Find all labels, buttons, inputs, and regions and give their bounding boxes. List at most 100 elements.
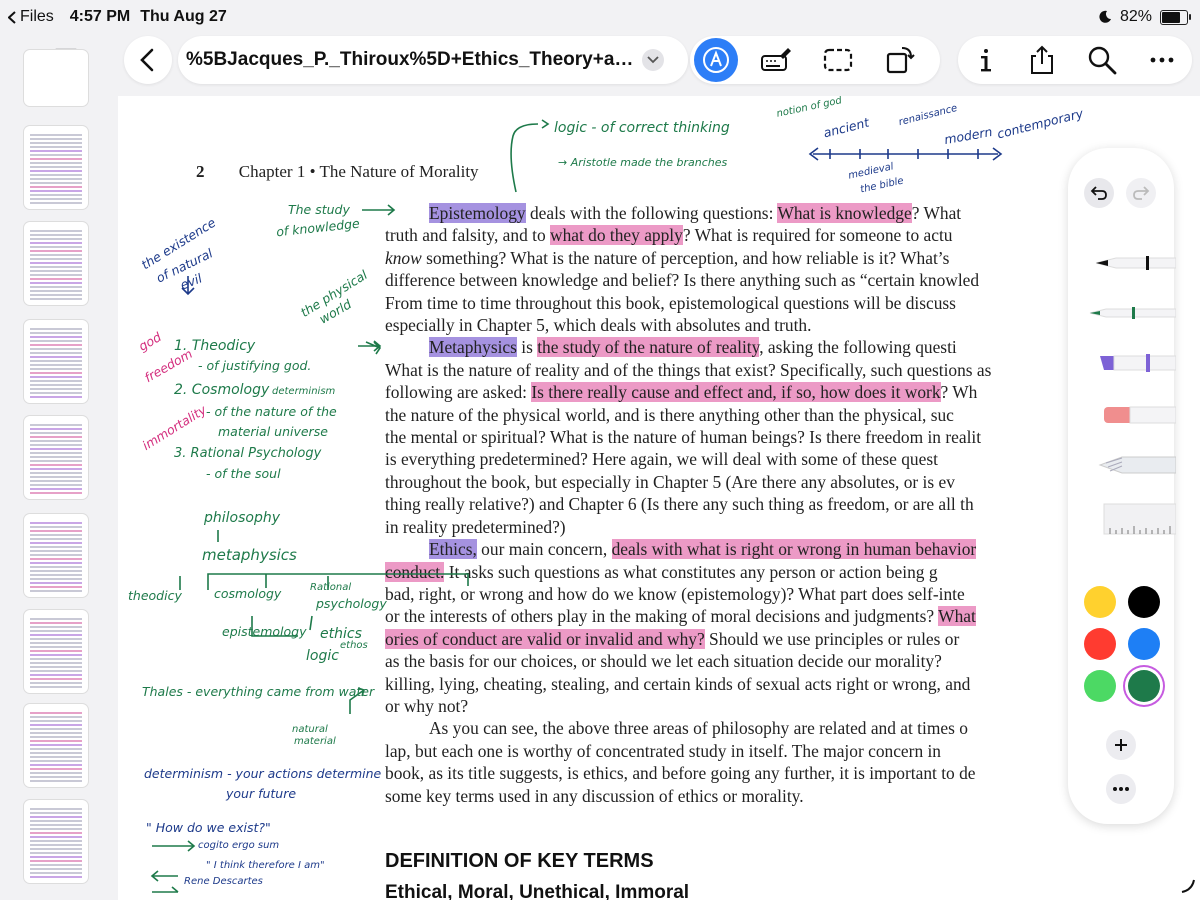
highlighter-tool-icon[interactable] — [1086, 350, 1176, 376]
thumbnail-line — [30, 270, 82, 272]
page-thumbnail[interactable] — [24, 800, 88, 883]
back-to-app-link[interactable]: Files — [8, 8, 54, 26]
thumbnail-line — [30, 566, 82, 568]
thumbnail-line — [30, 876, 82, 878]
thumbnail-line — [30, 146, 82, 148]
markup-button[interactable] — [694, 38, 738, 82]
markup-pen-icon — [703, 47, 729, 73]
annotation-theodicy-def: - of justifying god. — [198, 358, 312, 373]
thumbnail-line — [30, 242, 82, 244]
selection-icon[interactable] — [822, 44, 854, 76]
redo-button[interactable] — [1126, 178, 1156, 208]
share-icon[interactable] — [1026, 44, 1058, 76]
thumbnail-line — [30, 436, 82, 438]
thumbnail-line — [30, 740, 82, 742]
color-swatch[interactable] — [1128, 628, 1160, 660]
status-bar: Files 4:57 PM Thu Aug 27 82% — [0, 0, 1200, 34]
thumbnail-line — [30, 336, 82, 338]
annotation-how-exist: " How do we exist?" — [146, 820, 271, 835]
page-thumbnail[interactable] — [24, 514, 88, 597]
page-thumbnail[interactable] — [24, 50, 88, 106]
color-swatch[interactable] — [1084, 586, 1116, 618]
annotation-determinism-2: your future — [226, 786, 297, 801]
thumbnail-line — [30, 432, 82, 434]
page-thumbnail[interactable] — [24, 416, 88, 499]
thumbnail-line — [30, 178, 82, 180]
thumbnail-line — [30, 550, 82, 552]
annotation-cosmology: 2. Cosmology — [174, 382, 270, 398]
thumbnail-line — [30, 282, 82, 284]
thumbnail-line — [30, 186, 82, 188]
thumbnail-line — [30, 562, 82, 564]
color-swatch[interactable] — [1084, 670, 1116, 702]
undo-button[interactable] — [1084, 178, 1114, 208]
annotation-natural-material-1: natural — [292, 724, 328, 735]
page-thumbnail[interactable] — [24, 704, 88, 787]
color-swatch[interactable] — [1084, 628, 1116, 660]
annotation-logic: logic - of correct thinking — [554, 120, 730, 136]
thumbnail-line — [30, 254, 82, 256]
thumbnail-line — [30, 638, 82, 640]
thumbnail-line — [30, 162, 82, 164]
back-button[interactable] — [124, 36, 172, 84]
thumbnail-line — [30, 396, 82, 398]
keyboard-pen-icon[interactable] — [760, 44, 792, 76]
thumbnail-line — [30, 484, 82, 486]
thumbnail-line — [30, 860, 82, 862]
color-swatch[interactable] — [1128, 670, 1160, 702]
ruler-tool-icon[interactable] — [1086, 502, 1176, 536]
document-page[interactable]: 2 Chapter 1 • The Nature of Morality Epi… — [118, 96, 1200, 900]
fineliner-tool-icon[interactable] — [1086, 300, 1176, 326]
thumbnail-line — [30, 328, 82, 330]
thumbnail-line — [30, 728, 82, 730]
document-title: %5BJacques_P._Thiroux%5D+Ethics_Theory+a… — [186, 49, 636, 70]
thumbnail-line — [30, 488, 82, 490]
thumbnail-line — [30, 388, 82, 390]
annotation-determinism-small: determinism — [272, 386, 336, 397]
chevron-down-icon[interactable] — [642, 49, 664, 71]
thumbnail-line — [30, 344, 82, 346]
resize-corner-icon[interactable] — [1178, 876, 1196, 894]
search-icon[interactable] — [1086, 44, 1118, 76]
thumbnail-line — [30, 776, 82, 778]
thumbnail-line — [30, 352, 82, 354]
thumbnail-line — [30, 158, 82, 160]
thumbnail-line — [30, 852, 82, 854]
document-title-pill[interactable]: %5BJacques_P._Thiroux%5D+Ethics_Theory+a… — [178, 36, 688, 84]
thumbnail-line — [30, 246, 82, 248]
pencil-tool-icon[interactable] — [1086, 452, 1176, 478]
color-swatch[interactable] — [1128, 586, 1160, 618]
thumbnail-line — [30, 622, 82, 624]
thumbnail-line — [30, 650, 82, 652]
thumbnail-line — [30, 634, 82, 636]
info-icon[interactable] — [970, 44, 1002, 76]
thumbnail-line — [30, 424, 82, 426]
thumbnail-line — [30, 134, 82, 136]
palette-more-button[interactable] — [1106, 774, 1136, 804]
more-icon[interactable] — [1146, 44, 1178, 76]
page-thumbnail[interactable] — [24, 610, 88, 693]
thumbnail-line — [30, 138, 82, 140]
thumbnail-line — [30, 820, 82, 822]
tree-metaphysics: metaphysics — [202, 546, 297, 564]
thumbnail-line — [30, 170, 82, 172]
page-thumbnail[interactable] — [24, 320, 88, 403]
thumbnail-line — [30, 646, 82, 648]
pen-tool-icon[interactable] — [1086, 250, 1176, 276]
thumbnail-line — [30, 670, 82, 672]
battery-icon — [1160, 9, 1191, 25]
add-tool-button[interactable] — [1106, 730, 1136, 760]
undo-icon — [1090, 186, 1107, 200]
page-thumbnail[interactable] — [24, 222, 88, 305]
thumbnail-line — [30, 716, 82, 718]
eraser-tool-icon[interactable] — [1086, 402, 1176, 428]
rotate-icon[interactable] — [884, 44, 916, 76]
thumbnail-line — [30, 250, 82, 252]
thumbnail-line — [30, 262, 82, 264]
thumbnail-line — [30, 658, 82, 660]
thumbnail-line — [30, 736, 82, 738]
status-time: 4:57 PM — [69, 8, 131, 25]
thumbnail-line — [30, 712, 82, 714]
page-thumbnail[interactable] — [24, 126, 88, 209]
thumbnail-line — [30, 538, 82, 540]
